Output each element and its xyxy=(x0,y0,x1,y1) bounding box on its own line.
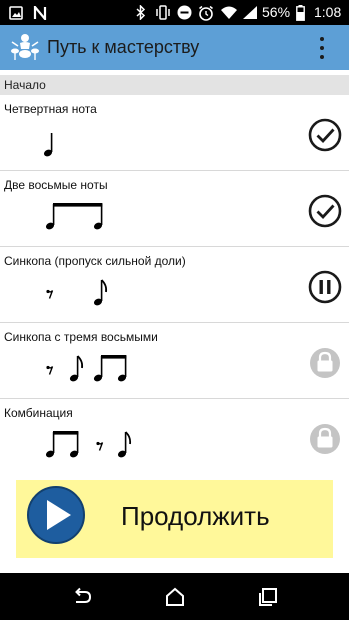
bluetooth-icon xyxy=(136,4,146,21)
syncopation-three-eighths-notation xyxy=(46,355,127,382)
lesson-list: Начало Четвертная нота Две восьмые ноты … xyxy=(0,70,349,573)
battery-icon xyxy=(296,4,305,21)
battery-percent: 56% xyxy=(262,4,291,20)
vibrate-icon xyxy=(155,4,171,21)
check-circle-icon xyxy=(308,194,342,228)
n-icon xyxy=(33,4,47,21)
section-title: Начало xyxy=(4,78,46,92)
combination-notation xyxy=(45,431,132,458)
wifi-icon xyxy=(220,4,238,21)
continue-label: Продолжить xyxy=(121,501,270,531)
quarter-note-notation xyxy=(43,133,53,157)
app-bar: Путь к мастерству xyxy=(0,25,349,70)
recents-icon[interactable] xyxy=(256,585,280,609)
app-title: Путь к мастерству xyxy=(47,37,200,57)
check-circle-icon xyxy=(308,118,342,152)
pause-circle-icon xyxy=(308,270,342,304)
do-not-disturb-icon xyxy=(177,4,192,21)
drummer-icon xyxy=(10,32,40,62)
home-icon[interactable] xyxy=(163,585,187,609)
lesson-item-quarter-note[interactable]: Четвертная нота xyxy=(0,95,349,171)
alarm-icon xyxy=(198,4,214,21)
signal-icon xyxy=(242,4,258,21)
section-header: Начало xyxy=(0,75,349,95)
lock-icon xyxy=(310,348,340,378)
lesson-item-syncopation[interactable]: Синкопа (пропуск сильной доли) xyxy=(0,247,349,323)
lesson-item-two-eighths[interactable]: Две восьмые ноты xyxy=(0,171,349,247)
continue-button[interactable]: Продолжить xyxy=(16,480,333,558)
lock-icon xyxy=(310,424,340,454)
overflow-menu-icon[interactable] xyxy=(315,36,329,60)
back-icon[interactable] xyxy=(70,585,94,609)
lesson-item-syncopation-three-eighths[interactable]: Синкопа с тремя восьмыми xyxy=(0,323,349,399)
clock: 1:08 xyxy=(314,4,342,20)
photos-icon xyxy=(9,4,23,21)
lesson-item-combination[interactable]: Комбинация xyxy=(0,399,349,475)
syncopation-notation xyxy=(46,279,108,306)
two-eighth-notes-notation xyxy=(45,203,103,230)
navigation-bar xyxy=(0,573,349,620)
status-bar: 56% 1:08 xyxy=(0,0,349,25)
play-icon xyxy=(27,486,85,544)
